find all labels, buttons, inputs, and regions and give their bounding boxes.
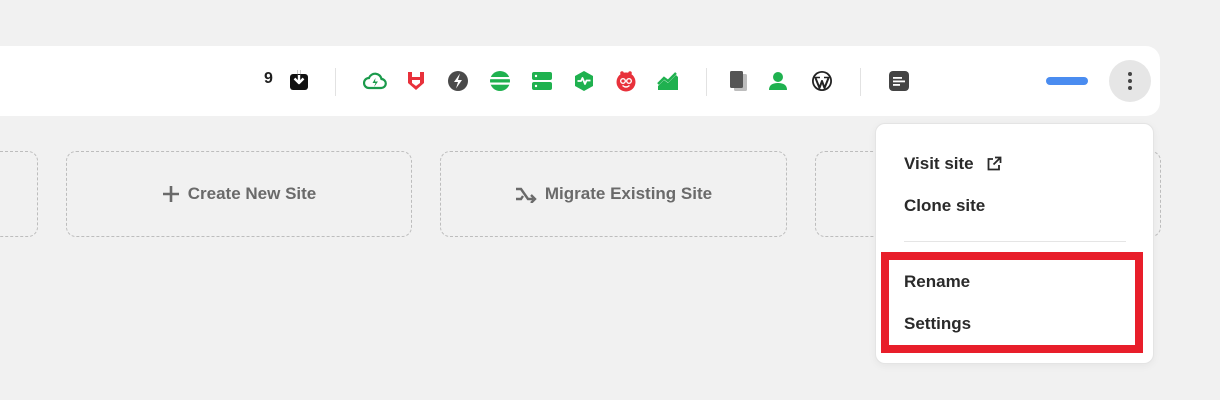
rename-label: Rename [904,272,971,291]
trend-chart-icon[interactable] [657,70,679,92]
migrate-existing-site-label: Migrate Existing Site [544,184,713,203]
cloud-bolt-icon[interactable] [363,70,387,92]
kebab-dot [1128,86,1132,90]
bolt-circle-icon[interactable] [447,70,469,92]
shuffle-arrow-icon [515,187,537,203]
plus-icon [162,186,179,202]
kebab-dot [1128,79,1132,83]
user-icon[interactable] [767,70,789,92]
layers-circle-icon[interactable] [489,70,511,92]
toolbar-separator [335,68,336,96]
more-options-button[interactable] [1109,60,1151,102]
kebab-dot [1128,72,1132,76]
site-options-menu: Visit site Clone site Rename Settings [875,123,1154,364]
migrate-existing-site-button[interactable]: Migrate Existing Site [440,151,787,237]
shield-badge-icon[interactable] [405,70,427,92]
clone-site-menu-item[interactable]: Clone site [904,196,985,216]
visit-site-menu-item[interactable]: Visit site [904,154,1002,174]
visit-site-label: Visit site [904,154,974,173]
heartbeat-hexagon-icon[interactable] [573,70,595,92]
copy-pages-icon[interactable] [728,70,750,92]
site-card-partial[interactable] [0,151,38,237]
clone-site-label: Clone site [904,196,986,215]
create-new-site-label: Create New Site [187,184,317,203]
notification-count: 9 [264,70,273,87]
toolbar-separator [860,68,861,96]
site-toolbar: 9 [0,46,1160,116]
accent-indicator [1046,77,1088,85]
server-icon[interactable] [531,70,553,92]
download-icon[interactable] [288,70,310,92]
notes-icon[interactable] [888,70,910,92]
cookie-face-icon[interactable] [615,70,637,92]
toolbar-separator [706,68,707,96]
settings-label: Settings [904,314,972,333]
menu-divider [904,241,1126,242]
wordpress-icon[interactable] [811,70,833,92]
external-link-icon [987,156,1002,171]
rename-menu-item[interactable]: Rename [904,272,970,292]
create-new-site-button[interactable]: Create New Site [66,151,412,237]
settings-menu-item[interactable]: Settings [904,314,971,334]
